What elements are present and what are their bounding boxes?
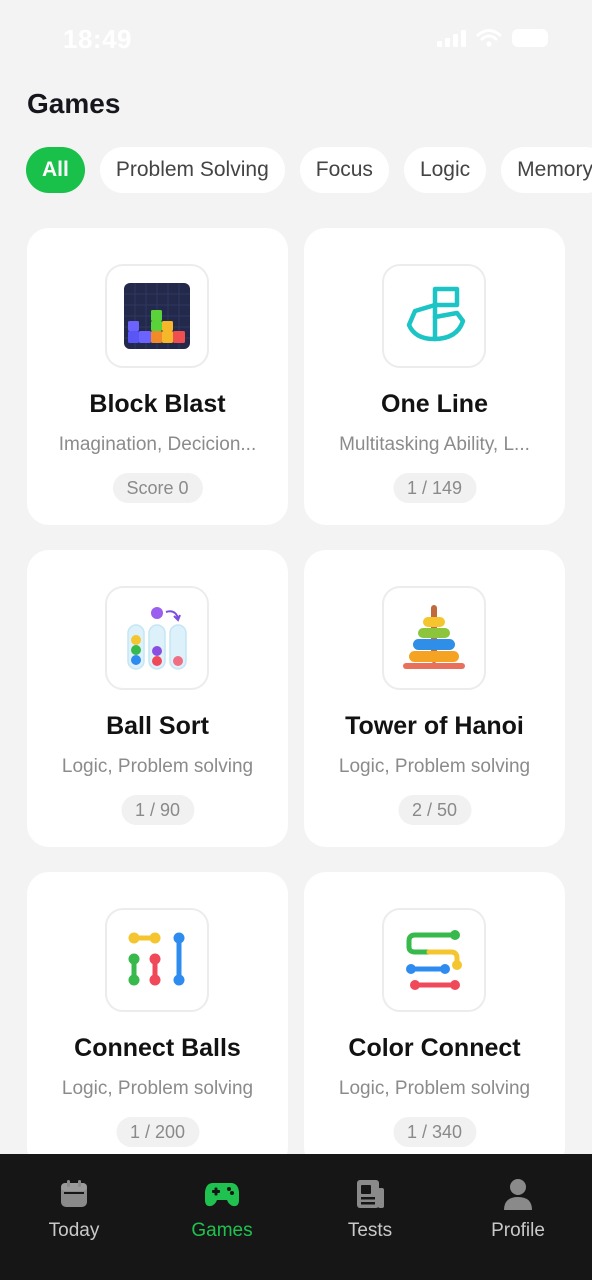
person-icon xyxy=(500,1176,536,1212)
cellular-signal-icon xyxy=(437,29,466,47)
game-title: Ball Sort xyxy=(106,712,209,740)
color-connect-icon xyxy=(382,908,486,1012)
game-card-one-line[interactable]: One Line Multitasking Ability, L... 1 / … xyxy=(304,228,565,525)
status-time: 18:49 xyxy=(63,24,132,54)
gamepad-icon xyxy=(204,1176,240,1212)
filter-chip-problem-solving[interactable]: Problem Solving xyxy=(99,147,285,193)
calendar-icon xyxy=(56,1176,92,1212)
game-title: Tower of Hanoi xyxy=(345,712,524,740)
game-tags: Logic, Problem solving xyxy=(338,756,531,777)
game-tags: Imagination, Decicion... xyxy=(58,434,257,455)
game-title: One Line xyxy=(381,390,488,418)
page-title: Games xyxy=(27,88,121,119)
game-tags: Logic, Problem solving xyxy=(338,1078,531,1099)
nav-label: Tests xyxy=(347,1220,393,1241)
nav-item-tests[interactable]: Tests xyxy=(296,1154,444,1280)
game-title: Connect Balls xyxy=(74,1034,241,1062)
block-blast-icon xyxy=(105,264,209,368)
nav-label: Profile xyxy=(491,1220,545,1241)
game-title: Block Blast xyxy=(89,390,226,418)
tower-of-hanoi-icon xyxy=(382,586,486,690)
nav-label: Games xyxy=(191,1220,253,1241)
game-progress-badge: 2 / 50 xyxy=(397,795,472,825)
filter-chip-logic[interactable]: Logic xyxy=(403,147,487,193)
game-card-color-connect[interactable]: Color Connect Logic, Problem solving 1 /… xyxy=(304,872,565,1169)
nav-label: Today xyxy=(48,1220,100,1241)
nav-item-today[interactable]: Today xyxy=(0,1154,148,1280)
filter-chips: All Problem Solving Focus Logic Memory xyxy=(26,147,592,193)
filter-chip-all[interactable]: All xyxy=(26,147,85,193)
game-card-ball-sort[interactable]: Ball Sort Logic, Problem solving 1 / 90 xyxy=(27,550,288,847)
game-card-connect-balls[interactable]: Connect Balls Logic, Problem solving 1 /… xyxy=(27,872,288,1169)
game-progress-badge: 1 / 90 xyxy=(120,795,195,825)
games-grid: Block Blast Imagination, Decicion... Sco… xyxy=(27,228,565,1169)
ball-sort-icon xyxy=(105,586,209,690)
game-title: Color Connect xyxy=(348,1034,521,1062)
connect-balls-icon xyxy=(105,908,209,1012)
game-progress-badge: 1 / 340 xyxy=(392,1117,477,1147)
wifi-icon xyxy=(476,29,502,47)
game-card-block-blast[interactable]: Block Blast Imagination, Decicion... Sco… xyxy=(27,228,288,525)
nav-item-games[interactable]: Games xyxy=(148,1154,296,1280)
game-tags: Logic, Problem solving xyxy=(61,756,254,777)
game-progress-badge: 1 / 200 xyxy=(115,1117,200,1147)
game-progress-badge: Score 0 xyxy=(112,473,203,503)
bottom-nav: Today Games Tests Profile xyxy=(0,1154,592,1280)
one-line-icon xyxy=(382,264,486,368)
document-icon xyxy=(352,1176,388,1212)
game-progress-badge: 1 / 149 xyxy=(392,473,477,503)
game-card-tower-of-hanoi[interactable]: Tower of Hanoi Logic, Problem solving 2 … xyxy=(304,550,565,847)
filter-chip-focus[interactable]: Focus xyxy=(299,147,389,193)
game-tags: Multitasking Ability, L... xyxy=(339,434,530,455)
status-bar: 18:49 xyxy=(0,0,592,80)
battery-icon xyxy=(512,29,548,47)
nav-item-profile[interactable]: Profile xyxy=(444,1154,592,1280)
game-tags: Logic, Problem solving xyxy=(61,1078,254,1099)
filter-chip-memory[interactable]: Memory xyxy=(501,147,592,193)
games-screen: 18:49 Games All Problem Solving Focus Lo… xyxy=(0,0,592,1280)
status-icons xyxy=(437,28,548,48)
